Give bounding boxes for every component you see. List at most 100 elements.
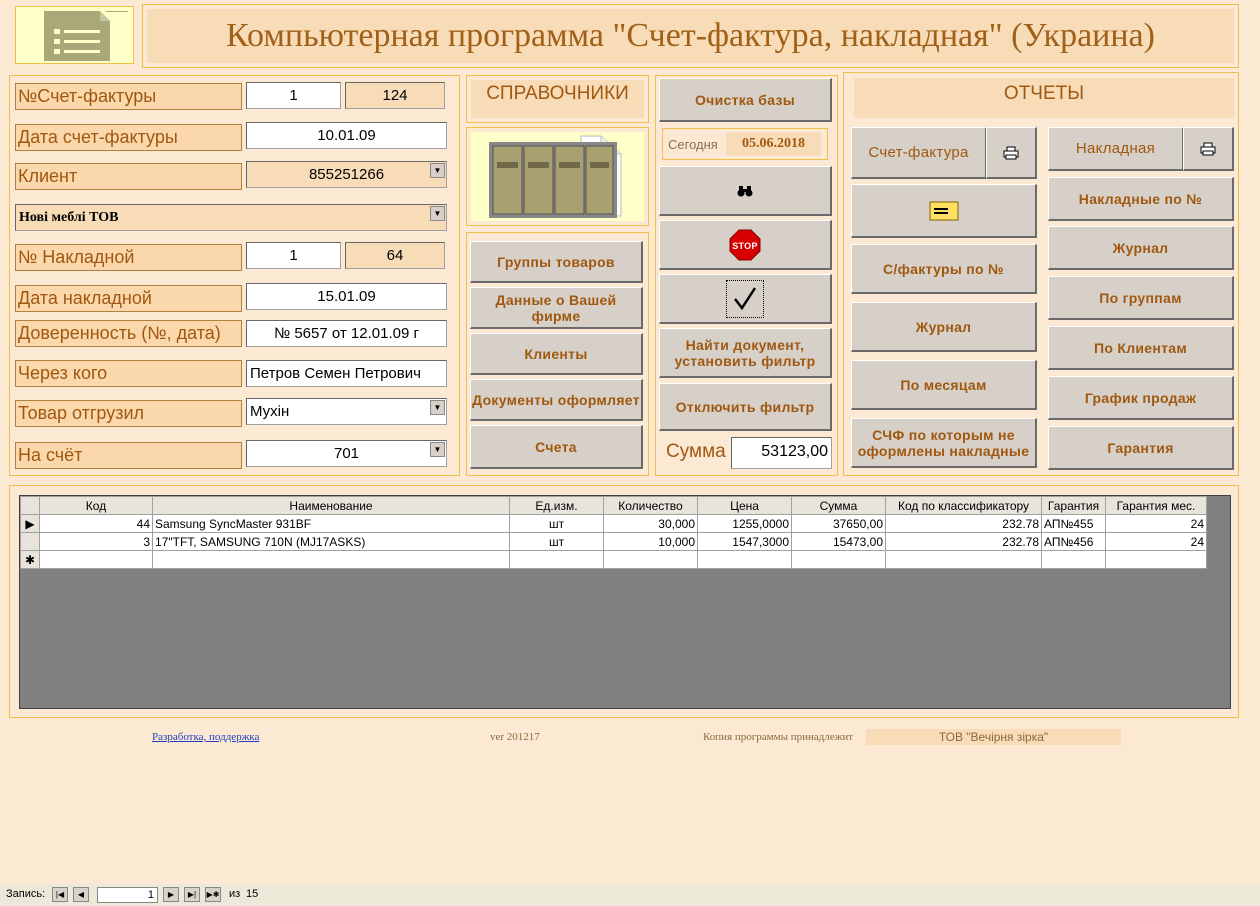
- cell-code[interactable]: 44: [39, 514, 153, 533]
- accounts-button[interactable]: Счета: [470, 425, 643, 469]
- by-months-button[interactable]: По месяцам: [851, 360, 1037, 410]
- waybill-journal-button[interactable]: Журнал: [1048, 226, 1234, 270]
- email-button[interactable]: [851, 184, 1037, 238]
- chevron-down-icon[interactable]: ▼: [430, 400, 445, 415]
- clear-database-button[interactable]: Очистка базы: [659, 78, 832, 122]
- items-grid: Код Наименование Ед.изм. Количество Цена…: [19, 495, 1231, 709]
- client-label: Клиент: [15, 163, 242, 190]
- cell-name[interactable]: Samsung SyncMaster 931BF: [152, 514, 510, 533]
- warranty-button[interactable]: Гарантия: [1048, 426, 1234, 470]
- column-header[interactable]: Сумма: [791, 496, 886, 515]
- find-document-filter-button[interactable]: Найти документ, установить фильтр: [659, 328, 832, 378]
- cell-sum[interactable]: 15473,00: [791, 532, 886, 551]
- confirm-button[interactable]: [659, 274, 832, 324]
- cell-quantity[interactable]: 30,000: [603, 514, 698, 533]
- chevron-down-icon[interactable]: ▼: [430, 206, 445, 221]
- column-header[interactable]: Наименование: [152, 496, 510, 515]
- column-header[interactable]: Гарантия мес.: [1105, 496, 1207, 515]
- chevron-down-icon[interactable]: ▼: [430, 163, 445, 178]
- first-record-icon[interactable]: |◀: [52, 887, 68, 902]
- print-invoice-button[interactable]: [986, 127, 1037, 179]
- via-field[interactable]: Петров Семен Петрович: [246, 360, 447, 387]
- cell-classifier-code[interactable]: 232.78: [885, 532, 1042, 551]
- disable-filter-button[interactable]: Отключить фильтр: [659, 383, 832, 431]
- column-header[interactable]: Код: [39, 496, 153, 515]
- waybill-count-field: 64: [345, 242, 445, 269]
- shipped-select[interactable]: Мухін ▼: [246, 398, 447, 425]
- proxy-field[interactable]: № 5657 от 12.01.09 г: [246, 320, 447, 347]
- waybill-report-button[interactable]: Накладная: [1048, 127, 1184, 171]
- chevron-down-icon[interactable]: ▼: [430, 442, 445, 457]
- client-code-select[interactable]: 855251266 ▼: [246, 161, 447, 188]
- product-groups-button[interactable]: Группы товаров: [470, 241, 643, 283]
- cell-warranty-months[interactable]: 24: [1105, 514, 1207, 533]
- via-label: Через кого: [15, 360, 242, 387]
- invoices-without-waybills-button[interactable]: СЧФ по которым не оформлены накладные: [851, 418, 1037, 468]
- documents-issuer-button[interactable]: Документы оформляет: [470, 379, 643, 421]
- cell-code[interactable]: 3: [39, 532, 153, 551]
- sales-chart-button[interactable]: График продаж: [1048, 376, 1234, 420]
- company-data-button[interactable]: Данные о Вашей фирме: [470, 287, 643, 329]
- total-records: 15: [246, 888, 259, 900]
- account-select[interactable]: 701 ▼: [246, 440, 447, 467]
- app-logo: [15, 6, 134, 64]
- binders-icon: [489, 135, 622, 218]
- previous-record-icon[interactable]: ◀: [73, 887, 89, 902]
- version-label: ver 201217: [490, 731, 540, 743]
- cell-unit[interactable]: шт: [509, 532, 604, 551]
- cell-price[interactable]: 1547,3000: [697, 532, 792, 551]
- invoice-date-field[interactable]: 10.01.09: [246, 122, 447, 149]
- record-navigation-bar: Запись: |◀ ◀ 1 ▶ ▶| ▶✱ из 15: [0, 884, 1260, 906]
- table-row[interactable]: 3 17"TFT, SAMSUNG 710N (MJ17ASKS) шт 10,…: [20, 532, 1207, 551]
- shipped-label: Товар отгрузил: [15, 400, 242, 427]
- waybill-date-field[interactable]: 15.01.09: [246, 283, 447, 310]
- items-table: Код Наименование Ед.изм. Количество Цена…: [20, 496, 1207, 569]
- references-title-box: СПРАВОЧНИКИ: [466, 75, 649, 123]
- column-header[interactable]: Цена: [697, 496, 792, 515]
- new-record-row[interactable]: ✱: [20, 550, 1207, 569]
- column-header[interactable]: Количество: [603, 496, 698, 515]
- new-record-icon[interactable]: ▶✱: [205, 887, 221, 902]
- column-header[interactable]: Гарантия: [1041, 496, 1106, 515]
- clients-button[interactable]: Клиенты: [470, 333, 643, 375]
- cell-warranty[interactable]: АП№455: [1041, 514, 1106, 533]
- waybill-no-field[interactable]: 1: [246, 242, 341, 269]
- stop-button[interactable]: STOP: [659, 220, 832, 270]
- table-row[interactable]: ▶ 44 Samsung SyncMaster 931BF шт 30,000 …: [20, 514, 1207, 533]
- cell-warranty[interactable]: АП№456: [1041, 532, 1106, 551]
- invoice-report-button[interactable]: Счет-фактура: [851, 127, 987, 179]
- development-support-link[interactable]: Разработка, поддержка: [152, 731, 259, 743]
- cell-sum[interactable]: 37650,00: [791, 514, 886, 533]
- new-record-icon[interactable]: ✱: [20, 550, 40, 569]
- waybills-by-number-button[interactable]: Накладные по №: [1048, 177, 1234, 221]
- references-image-box: [466, 127, 649, 226]
- invoices-by-number-button[interactable]: С/фактуры по №: [851, 244, 1037, 294]
- table-header-row: Код Наименование Ед.изм. Количество Цена…: [20, 496, 1207, 515]
- cell-unit[interactable]: шт: [509, 514, 604, 533]
- by-clients-button[interactable]: По Клиентам: [1048, 326, 1234, 370]
- by-groups-button[interactable]: По группам: [1048, 276, 1234, 320]
- printer-icon: [1200, 142, 1216, 155]
- column-header[interactable]: Код по классификатору: [885, 496, 1042, 515]
- client-name-select[interactable]: Нові меблі ТОВ ▼: [15, 204, 447, 231]
- invoice-no-field[interactable]: 1: [246, 82, 341, 109]
- record-label: Запись:: [6, 888, 46, 900]
- client-code-value: 855251266: [308, 166, 385, 183]
- current-record-input[interactable]: 1: [97, 887, 158, 903]
- cell-classifier-code[interactable]: 232.78: [885, 514, 1042, 533]
- cell-name[interactable]: 17"TFT, SAMSUNG 710N (MJ17ASKS): [152, 532, 510, 551]
- print-waybill-button[interactable]: [1183, 127, 1234, 171]
- client-name-value: Нові меблі ТОВ: [19, 210, 119, 225]
- invoice-no-label: №Счет-фактуры: [15, 83, 242, 110]
- cell-price[interactable]: 1255,0000: [697, 514, 792, 533]
- title-box: Компьютерная программа "Счет-фактура, на…: [142, 4, 1239, 68]
- cell-warranty-months[interactable]: 24: [1105, 532, 1207, 551]
- next-record-icon[interactable]: ▶: [163, 887, 179, 902]
- cell-quantity[interactable]: 10,000: [603, 532, 698, 551]
- search-button[interactable]: [659, 166, 832, 216]
- current-row-indicator[interactable]: ▶: [20, 514, 40, 533]
- last-record-icon[interactable]: ▶|: [184, 887, 200, 902]
- column-header[interactable]: Ед.изм.: [509, 496, 604, 515]
- invoice-journal-button[interactable]: Журнал: [851, 302, 1037, 352]
- row-selector[interactable]: [20, 532, 40, 551]
